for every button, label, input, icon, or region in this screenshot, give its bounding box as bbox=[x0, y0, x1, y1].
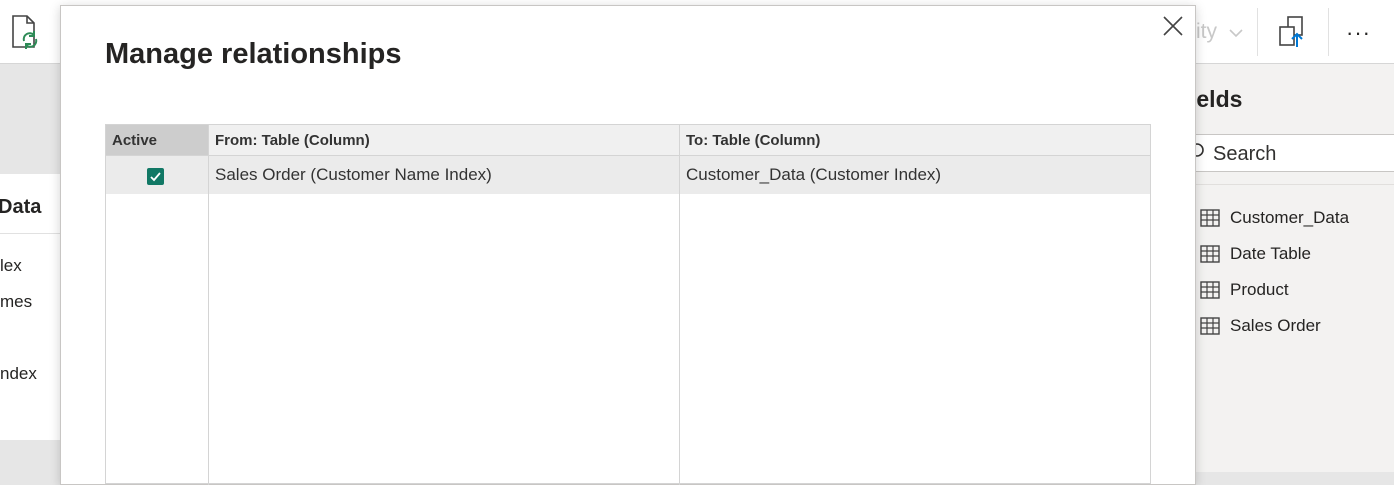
ribbon-divider bbox=[1257, 8, 1258, 56]
column-header-to[interactable]: To: Table (Column) bbox=[686, 125, 820, 155]
close-icon[interactable] bbox=[1161, 14, 1185, 38]
fields-table-name: Date Table bbox=[1230, 244, 1311, 263]
table-icon bbox=[1200, 209, 1220, 227]
table-icon bbox=[1200, 281, 1220, 299]
table-card-field[interactable]: lex bbox=[0, 256, 22, 276]
manage-relationships-dialog: Manage relationships Active From: Table … bbox=[60, 5, 1196, 485]
relationship-from-cell: Sales Order (Customer Name Index) bbox=[215, 165, 492, 184]
fields-table-item[interactable]: Date Table bbox=[1200, 242, 1311, 266]
table-card-field[interactable]: mes bbox=[0, 292, 32, 312]
fields-table-name: Product bbox=[1230, 280, 1289, 299]
ribbon-divider bbox=[1328, 8, 1329, 56]
fields-table-item[interactable]: Customer_Data bbox=[1200, 206, 1349, 230]
publish-icon[interactable] bbox=[1277, 15, 1311, 49]
table-card-divider bbox=[0, 233, 60, 234]
fields-table-item[interactable]: Product bbox=[1200, 278, 1289, 302]
table-icon bbox=[1200, 245, 1220, 263]
ribbon-faded-label[interactable]: ity bbox=[1196, 20, 1217, 44]
relationships-grid: Active From: Table (Column) To: Table (C… bbox=[105, 124, 1151, 485]
fields-table-name: Sales Order bbox=[1230, 316, 1321, 335]
refresh-data-icon[interactable] bbox=[10, 14, 42, 50]
grid-column-divider bbox=[679, 125, 680, 485]
active-checkbox[interactable] bbox=[147, 168, 164, 185]
column-header-from[interactable]: From: Table (Column) bbox=[215, 125, 370, 155]
dialog-title: Manage relationships bbox=[105, 38, 402, 70]
fields-table-name: Customer_Data bbox=[1230, 208, 1350, 227]
column-header-active[interactable]: Active bbox=[112, 125, 157, 155]
relationship-to-cell: Customer_Data (Customer Index) bbox=[686, 165, 942, 184]
table-card-field[interactable]: ndex bbox=[0, 364, 37, 384]
fields-table-item[interactable]: Sales Order bbox=[1200, 314, 1321, 338]
model-table-card[interactable]: Data lex mes ndex bbox=[0, 174, 60, 440]
table-card-title: Data bbox=[0, 196, 42, 218]
fields-pane: ields Search Customer_Data Date Table Pr… bbox=[1190, 64, 1394, 472]
grid-column-divider bbox=[208, 125, 209, 485]
relationship-row[interactable]: Sales Order (Customer Name Index) Custom… bbox=[106, 156, 1150, 194]
fields-divider bbox=[1196, 184, 1394, 185]
grid-header: Active From: Table (Column) To: Table (C… bbox=[106, 125, 1150, 156]
fields-search-box[interactable]: Search bbox=[1190, 134, 1394, 172]
table-icon bbox=[1200, 317, 1220, 335]
checkmark-icon bbox=[150, 172, 161, 182]
fields-pane-title: ields bbox=[1190, 86, 1243, 112]
search-input[interactable]: Search bbox=[1213, 143, 1276, 166]
more-options-icon[interactable]: ··· bbox=[1346, 20, 1371, 46]
chevron-down-icon[interactable] bbox=[1228, 26, 1244, 38]
